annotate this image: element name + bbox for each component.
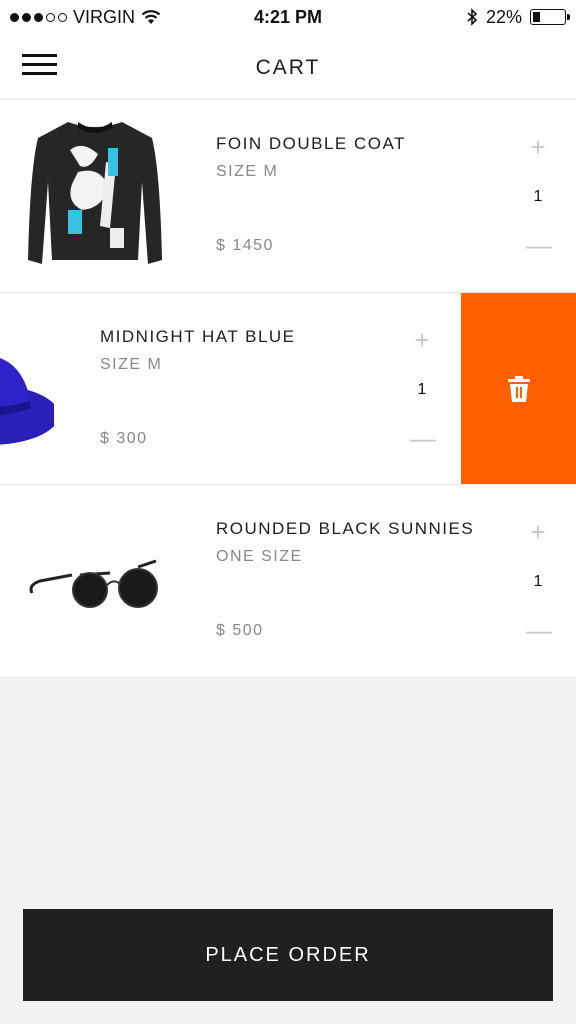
status-left: VIRGIN [10,7,161,28]
status-bar: VIRGIN 4:21 PM 22% [0,0,576,34]
blue-hat-image [0,358,54,445]
signal-dot [22,12,31,22]
item-size: ONE SIZE [216,548,303,565]
quantity-decrease-button[interactable]: — [526,230,552,261]
battery-percent: 22% [485,6,522,27]
quantity-increase-button[interactable]: + [410,325,434,356]
cart-item-row[interactable]: ROUNDED BLACK SUNNIES ONE SIZE $ 500 + 1… [0,485,576,677]
page-title: CART [255,56,321,79]
signal-dot [10,12,19,22]
delete-item-button[interactable] [461,293,576,485]
quantity-decrease-button[interactable]: — [410,423,436,454]
carrier-name: VIRGIN [73,6,136,27]
signal-dot [34,12,43,22]
signal-icon [10,12,67,22]
quantity-value: 1 [533,573,543,590]
place-order-button[interactable]: PLACE ORDER [23,909,553,1001]
item-size: SIZE M [100,356,163,373]
black-sweater-image [28,122,162,264]
item-price: $ 300 [100,430,148,447]
signal-dot [58,12,67,22]
header: CART [0,34,576,99]
quantity-value: 1 [417,381,427,398]
item-price: $ 1450 [216,237,274,254]
cart-item-content: FOIN DOUBLE COAT SIZE M $ 1450 + 1 — [0,100,576,292]
trash-icon [507,376,530,402]
cart-item-row[interactable]: FOIN DOUBLE COAT SIZE M $ 1450 + 1 — [0,100,576,292]
status-right: 22% [466,6,570,28]
battery-icon [530,9,570,25]
item-price: $ 500 [216,622,264,639]
cart-item-content: ROUNDED BLACK SUNNIES ONE SIZE $ 500 + 1… [0,485,576,677]
item-size: SIZE M [216,163,279,180]
item-name: ROUNDED BLACK SUNNIES [216,519,475,538]
quantity-increase-button[interactable]: + [526,517,550,548]
row-divider [0,677,576,678]
wifi-icon [141,10,161,24]
signal-dot [46,12,55,22]
item-name: FOIN DOUBLE COAT [216,134,406,153]
cart-item-row[interactable]: MIDNIGHT HAT BLUE SIZE M $ 300 + 1 — [0,293,576,485]
quantity-decrease-button[interactable]: — [526,615,552,646]
cart-item-content: MIDNIGHT HAT BLUE SIZE M $ 300 + 1 — [0,293,460,485]
quantity-value: 1 [533,188,543,205]
sunglasses-image [29,559,158,608]
battery-level-fill [533,12,540,22]
quantity-increase-button[interactable]: + [526,132,550,163]
item-name: MIDNIGHT HAT BLUE [100,327,296,346]
bluetooth-icon [467,8,478,26]
